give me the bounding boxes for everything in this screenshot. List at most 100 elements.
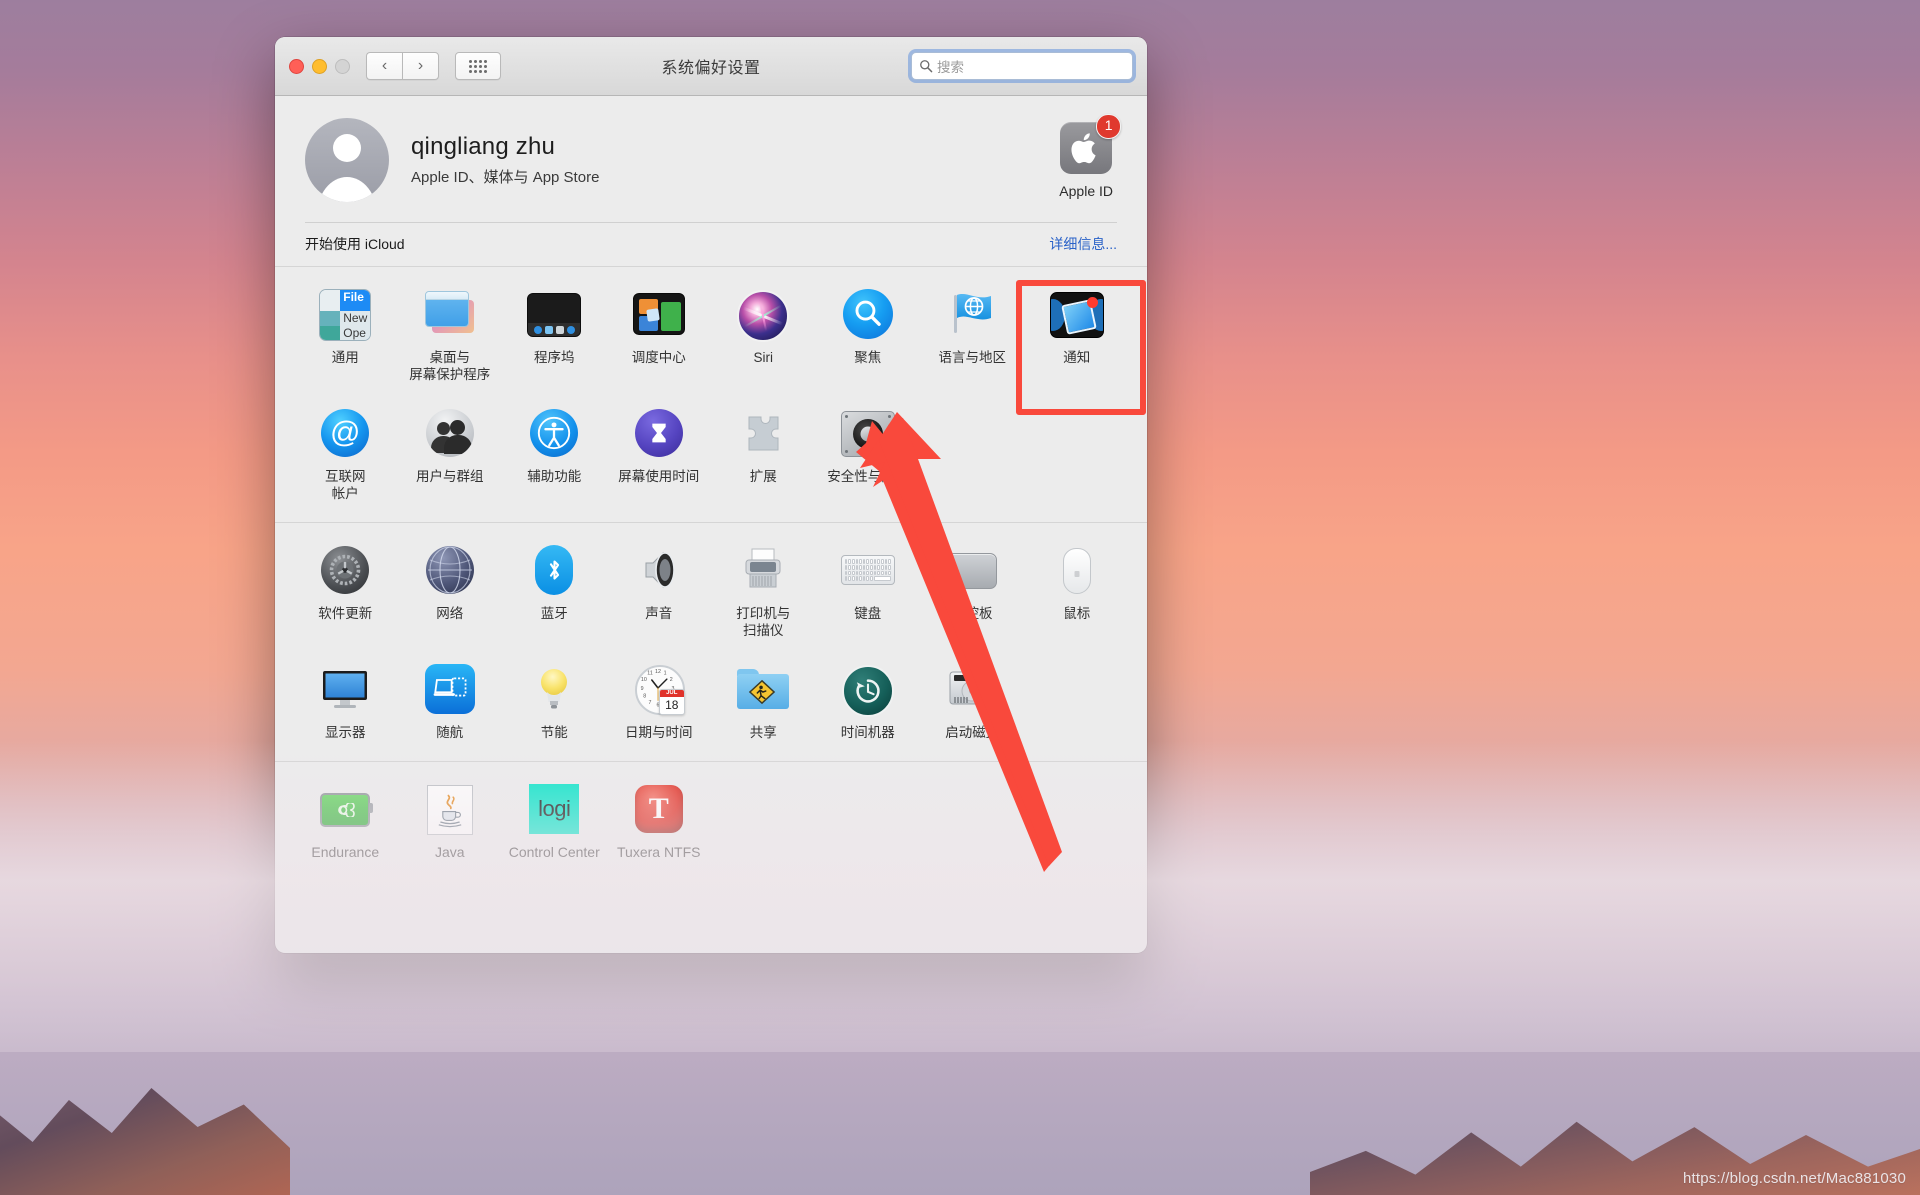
pref-pane-security-privacy[interactable]: 安全性与隐私 [816,396,921,509]
account-name: qingliang zhu [411,133,599,161]
pref-pane-startup-disk[interactable]: 启动磁盘 [920,652,1025,747]
users-groups-icon [423,406,477,460]
icloud-details-link[interactable]: 详细信息... [1049,234,1117,254]
pref-pane-label: 随航 [436,724,463,741]
pref-pane-endurance[interactable]: Endurance [293,772,398,868]
pref-pane-general[interactable]: FileNewOpe通用 [293,277,398,390]
minimize-button[interactable] [312,59,327,74]
pref-pane-software-update[interactable]: 软件更新 [293,533,398,646]
pref-pane-bluetooth[interactable]: 蓝牙 [502,533,607,646]
mission-control-icon [632,287,686,341]
pref-pane-users-groups[interactable]: 用户与群组 [398,396,503,509]
date-time-icon: 121234567891011JUL18 [632,662,686,716]
endurance-icon [318,782,372,836]
screen-time-icon [632,406,686,460]
chevron-right-icon: › [418,58,423,74]
pref-pane-spotlight[interactable]: 聚焦 [816,277,921,390]
zoom-button[interactable] [335,59,350,74]
pref-pane-tuxera-ntfs[interactable]: TTuxera NTFS [607,772,712,868]
pref-pane-sound[interactable]: 声音 [607,533,712,646]
apple-glyph-icon [1071,131,1101,165]
pref-pane-mouse[interactable]: 鼠标 [1025,533,1130,646]
desktop-screensaver-icon [423,287,477,341]
icloud-banner: 开始使用 iCloud 详细信息... [275,223,1147,266]
pref-pane-extensions[interactable]: 扩展 [711,396,816,509]
sidecar-icon [423,662,477,716]
pref-pane-label: 安全性与隐私 [827,468,908,485]
back-button[interactable]: ‹ [366,52,402,80]
pref-pane-network[interactable]: 网络 [398,533,503,646]
pref-pane-internet-accounts[interactable]: @互联网 帐户 [293,396,398,509]
search-icon [919,59,933,73]
grid-dots-icon [469,60,487,73]
language-region-icon [945,287,999,341]
pref-pane-label: 屏幕使用时间 [618,468,699,485]
pref-pane-sidecar[interactable]: 随航 [398,652,503,747]
pref-pane-label: 日期与时间 [625,724,693,741]
bluetooth-icon [527,543,581,597]
pref-pane-label: 共享 [750,724,777,741]
pref-pane-dock[interactable]: 程序坞 [502,277,607,390]
logi-control-center-icon: logi [527,782,581,836]
pref-pane-printers-scanners[interactable]: 打印机与 扫描仪 [711,533,816,646]
pref-pane-label: 时间机器 [841,724,895,741]
sharing-icon [736,662,790,716]
pref-pane-label: 声音 [645,605,672,622]
pref-pane-mission-control[interactable]: 调度中心 [607,277,712,390]
svg-text:9: 9 [640,685,643,691]
pref-pane-trackpad[interactable]: 触控板 [920,533,1025,646]
window-titlebar[interactable]: ‹ › 系统偏好设置 搜索 [275,37,1147,96]
pref-pane-keyboard[interactable]: 键盘 [816,533,921,646]
pref-pane-sharing[interactable]: 共享 [711,652,816,747]
pref-pane-language-region[interactable]: 语言与地区 [920,277,1025,390]
watermark-text: https://blog.csdn.net/Mac881030 [1683,1170,1906,1187]
traffic-light-group [289,59,350,74]
pref-pane-displays[interactable]: 显示器 [293,652,398,747]
svg-text:12: 12 [655,669,661,675]
pref-pane-energy-saver[interactable]: 节能 [502,652,607,747]
search-container: 搜索 [911,52,1133,80]
security-privacy-icon [841,406,895,460]
pref-pane-label: 蓝牙 [541,605,568,622]
pref-pane-desktop-screensaver[interactable]: 桌面与 屏幕保护程序 [398,277,503,390]
trackpad-icon [945,543,999,597]
pref-pane-label: 显示器 [325,724,366,741]
close-button[interactable] [289,59,304,74]
pref-pane-label: 聚焦 [854,349,881,366]
account-subtitle: Apple ID、媒体与 App Store [411,166,599,187]
pref-pane-label: Java [435,844,465,862]
pref-pane-siri[interactable]: Siri [711,277,816,390]
avatar-body-shape [317,177,377,202]
network-icon [423,543,477,597]
svg-text:10: 10 [641,677,647,683]
displays-icon [318,662,372,716]
dock-icon [527,287,581,341]
pref-pane-logi-control-center[interactable]: logi Control Center [502,772,607,868]
pref-pane-label: 打印机与 扫描仪 [736,605,790,640]
pref-pane-label: Tuxera NTFS [617,844,701,862]
time-machine-icon [841,662,895,716]
pref-pane-label: 节能 [541,724,568,741]
java-icon [423,782,477,836]
avatar[interactable] [305,118,389,202]
pref-pane-label: 辅助功能 [527,468,581,485]
pref-pane-label: Control Center [509,844,600,862]
pref-pane-notifications[interactable]: 通知 [1025,277,1130,390]
apple-id-pane-button[interactable]: 1 Apple ID [1059,122,1117,199]
startup-disk-icon [945,662,999,716]
apple-logo-icon: 1 [1060,122,1112,174]
pref-pane-screen-time[interactable]: 屏幕使用时间 [607,396,712,509]
pref-pane-java[interactable]: Java [398,772,503,868]
pref-pane-accessibility[interactable]: 辅助功能 [502,396,607,509]
mouse-icon [1050,543,1104,597]
svg-text:1: 1 [663,670,666,676]
preference-grid-third-party: Endurance Java logi Control Center TTuxera N… [293,772,1129,868]
forward-button[interactable]: › [402,52,439,80]
pref-pane-date-time[interactable]: 121234567891011JUL18日期与时间 [607,652,712,747]
search-input[interactable]: 搜索 [911,52,1133,80]
pref-pane-time-machine[interactable]: 时间机器 [816,652,921,747]
show-all-button[interactable] [455,52,501,80]
pref-pane-label: 扩展 [750,468,777,485]
notifications-icon [1050,287,1104,341]
pref-pane-label: 程序坞 [534,349,575,366]
